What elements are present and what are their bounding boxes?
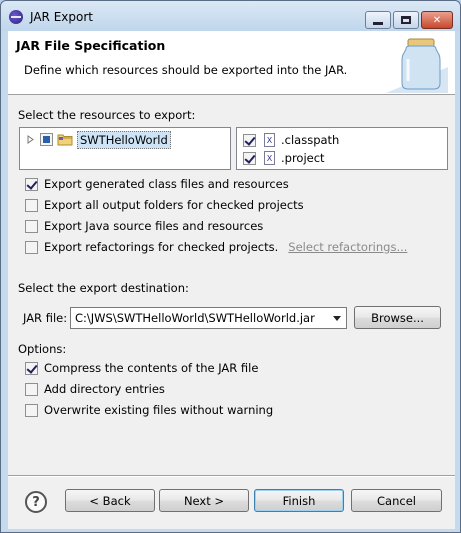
jar-file-value[interactable]: C:\JWS\SWTHelloWorld\SWTHelloWorld.jar: [75, 311, 315, 325]
next-button[interactable]: Next >: [159, 489, 249, 512]
browse-button[interactable]: Browse...: [354, 306, 441, 329]
minimize-icon: [373, 22, 383, 25]
export-class-files-checkbox[interactable]: [25, 177, 38, 191]
jar-icon: [386, 38, 448, 93]
export-source-files-checkbox[interactable]: [25, 219, 38, 233]
directory-entries-checkbox[interactable]: [25, 382, 38, 396]
help-button[interactable]: ?: [25, 491, 47, 513]
project-folder-icon: [57, 134, 73, 146]
jar-file-label: JAR file:: [23, 311, 68, 325]
jar-export-window: JAR Export ✕ JAR File Specification Defi…: [0, 0, 461, 533]
xml-file-icon: X: [264, 133, 275, 147]
button-bar-separator: [8, 475, 455, 477]
export-source-files-label[interactable]: Export Java source files and resources: [44, 219, 263, 233]
directory-entries-label[interactable]: Add directory entries: [44, 382, 165, 396]
svg-text:X: X: [267, 136, 273, 145]
wizard-header: JAR File Specification Define which reso…: [8, 31, 455, 95]
export-output-folders-label[interactable]: Export all output folders for checked pr…: [44, 198, 304, 212]
expand-arrow-icon[interactable]: [26, 135, 35, 144]
resources-label: Select the resources to export:: [18, 108, 196, 122]
options-label: Options:: [18, 342, 67, 356]
eclipse-icon: [9, 10, 23, 24]
jar-file-combo[interactable]: C:\JWS\SWTHelloWorld\SWTHelloWorld.jar: [70, 307, 347, 329]
xml-file-icon: X: [264, 151, 275, 165]
project-file-checkbox[interactable]: [243, 151, 256, 165]
option-export-class-files[interactable]: Export generated class files and resourc…: [25, 175, 289, 193]
maximize-icon: [401, 16, 411, 24]
file-item-project[interactable]: X .project: [243, 149, 325, 167]
minimize-button[interactable]: [365, 11, 391, 29]
option-directory-entries[interactable]: Add directory entries: [25, 380, 165, 398]
close-icon: ✕: [432, 14, 442, 26]
overwrite-checkbox[interactable]: [25, 403, 38, 417]
dialog-body: JAR File Specification Define which reso…: [8, 31, 455, 529]
project-checkbox[interactable]: [40, 133, 53, 146]
export-refactorings-checkbox[interactable]: [25, 240, 38, 254]
export-output-folders-checkbox[interactable]: [25, 198, 38, 212]
export-class-files-label[interactable]: Export generated class files and resourc…: [44, 177, 289, 191]
destination-label: Select the export destination:: [18, 281, 189, 295]
close-button[interactable]: ✕: [421, 11, 453, 29]
page-title: JAR File Specification: [16, 38, 166, 53]
overwrite-label[interactable]: Overwrite existing files without warning: [44, 403, 273, 417]
page-description: Define which resources should be exporte…: [24, 63, 348, 77]
option-export-refactorings[interactable]: Export refactorings for checked projects…: [25, 238, 407, 256]
svg-text:X: X: [267, 154, 273, 163]
classpath-checkbox[interactable]: [243, 133, 256, 147]
file-list[interactable]: X .classpath X .project: [236, 127, 448, 170]
back-button[interactable]: < Back: [65, 489, 155, 512]
file-item-classpath[interactable]: X .classpath: [243, 131, 339, 149]
option-compress[interactable]: Compress the contents of the JAR file: [25, 359, 258, 377]
title-bar[interactable]: JAR Export ✕: [1, 1, 460, 31]
cancel-button[interactable]: Cancel: [351, 489, 442, 512]
project-tree[interactable]: SWTHelloWorld: [19, 127, 231, 170]
export-refactorings-label[interactable]: Export refactorings for checked projects…: [44, 240, 278, 254]
maximize-button[interactable]: [393, 11, 419, 29]
chevron-down-icon[interactable]: [333, 316, 341, 321]
compress-label[interactable]: Compress the contents of the JAR file: [44, 361, 258, 375]
option-export-output-folders[interactable]: Export all output folders for checked pr…: [25, 196, 304, 214]
option-overwrite[interactable]: Overwrite existing files without warning: [25, 401, 273, 419]
project-label[interactable]: SWTHelloWorld: [77, 130, 171, 149]
help-icon: ?: [32, 494, 40, 510]
classpath-label: .classpath: [281, 133, 340, 147]
finish-button[interactable]: Finish: [254, 489, 344, 512]
window-title: JAR Export: [30, 10, 93, 24]
tree-item-project[interactable]: SWTHelloWorld: [26, 130, 171, 149]
project-file-label: .project: [281, 151, 325, 165]
option-export-source-files[interactable]: Export Java source files and resources: [25, 217, 263, 235]
select-refactorings-link: Select refactorings...: [288, 240, 408, 254]
compress-checkbox[interactable]: [25, 361, 38, 375]
